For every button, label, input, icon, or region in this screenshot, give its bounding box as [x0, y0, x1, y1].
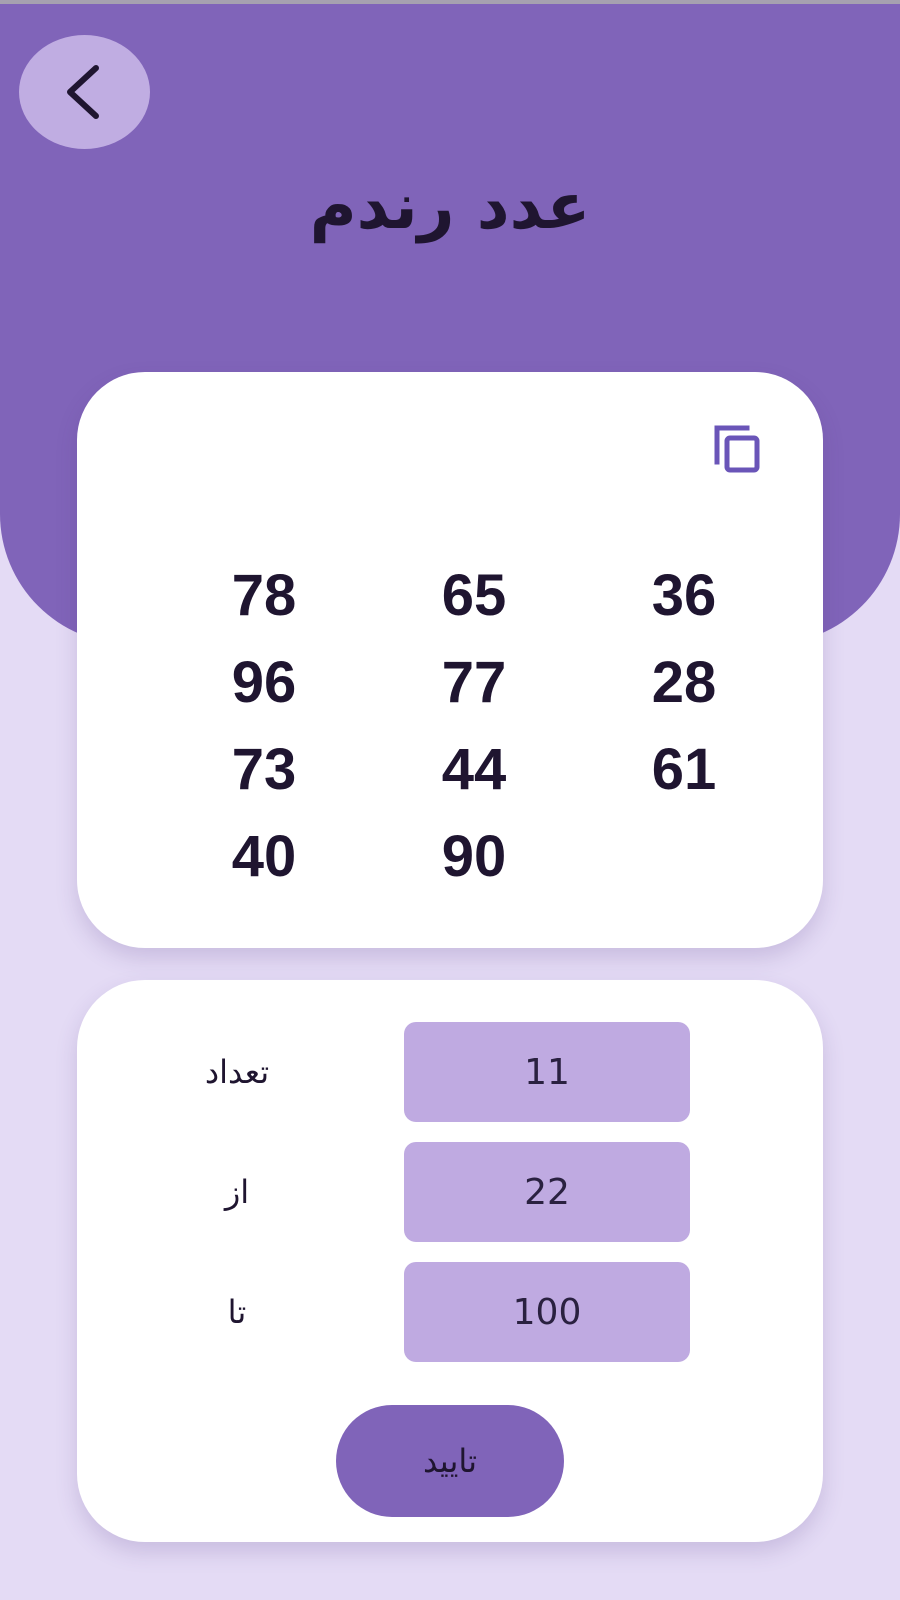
- count-label: تعداد: [204, 1053, 270, 1091]
- to-field-box: [404, 1262, 690, 1362]
- back-button[interactable]: [19, 35, 150, 149]
- from-row: از: [77, 1142, 823, 1242]
- chevron-left-icon: [66, 65, 99, 119]
- number-cell: 28: [651, 650, 717, 715]
- copy-icon: [714, 425, 760, 473]
- numbers-grid: 36 65 78 28 77 96 61 44 73 90 40: [159, 552, 789, 900]
- number-cell: 40: [231, 824, 297, 889]
- to-input[interactable]: [404, 1262, 690, 1362]
- number-cell: 61: [651, 737, 717, 802]
- number-cell: 90: [441, 824, 507, 889]
- from-input[interactable]: [404, 1142, 690, 1242]
- confirm-button[interactable]: تایید: [336, 1405, 564, 1517]
- count-field-box: [404, 1022, 690, 1122]
- copy-button[interactable]: [711, 422, 767, 478]
- result-card: 36 65 78 28 77 96 61 44 73 90 40: [77, 372, 823, 948]
- number-cell: 65: [441, 563, 507, 628]
- number-cell: 77: [441, 650, 507, 715]
- number-cell: 44: [441, 737, 507, 802]
- count-input[interactable]: [404, 1022, 690, 1122]
- count-row: تعداد: [77, 1022, 823, 1122]
- settings-card: تعداد از تا تایید: [77, 980, 823, 1542]
- from-label: از: [224, 1173, 250, 1211]
- to-label: تا: [227, 1293, 247, 1331]
- from-field-box: [404, 1142, 690, 1242]
- number-cell: [579, 813, 789, 900]
- to-row: تا: [77, 1262, 823, 1362]
- number-cell: 96: [231, 650, 297, 715]
- number-cell: 36: [651, 563, 717, 628]
- number-cell: 73: [231, 737, 297, 802]
- number-cell: 78: [231, 563, 297, 628]
- page-title: عدد رندم: [309, 170, 591, 244]
